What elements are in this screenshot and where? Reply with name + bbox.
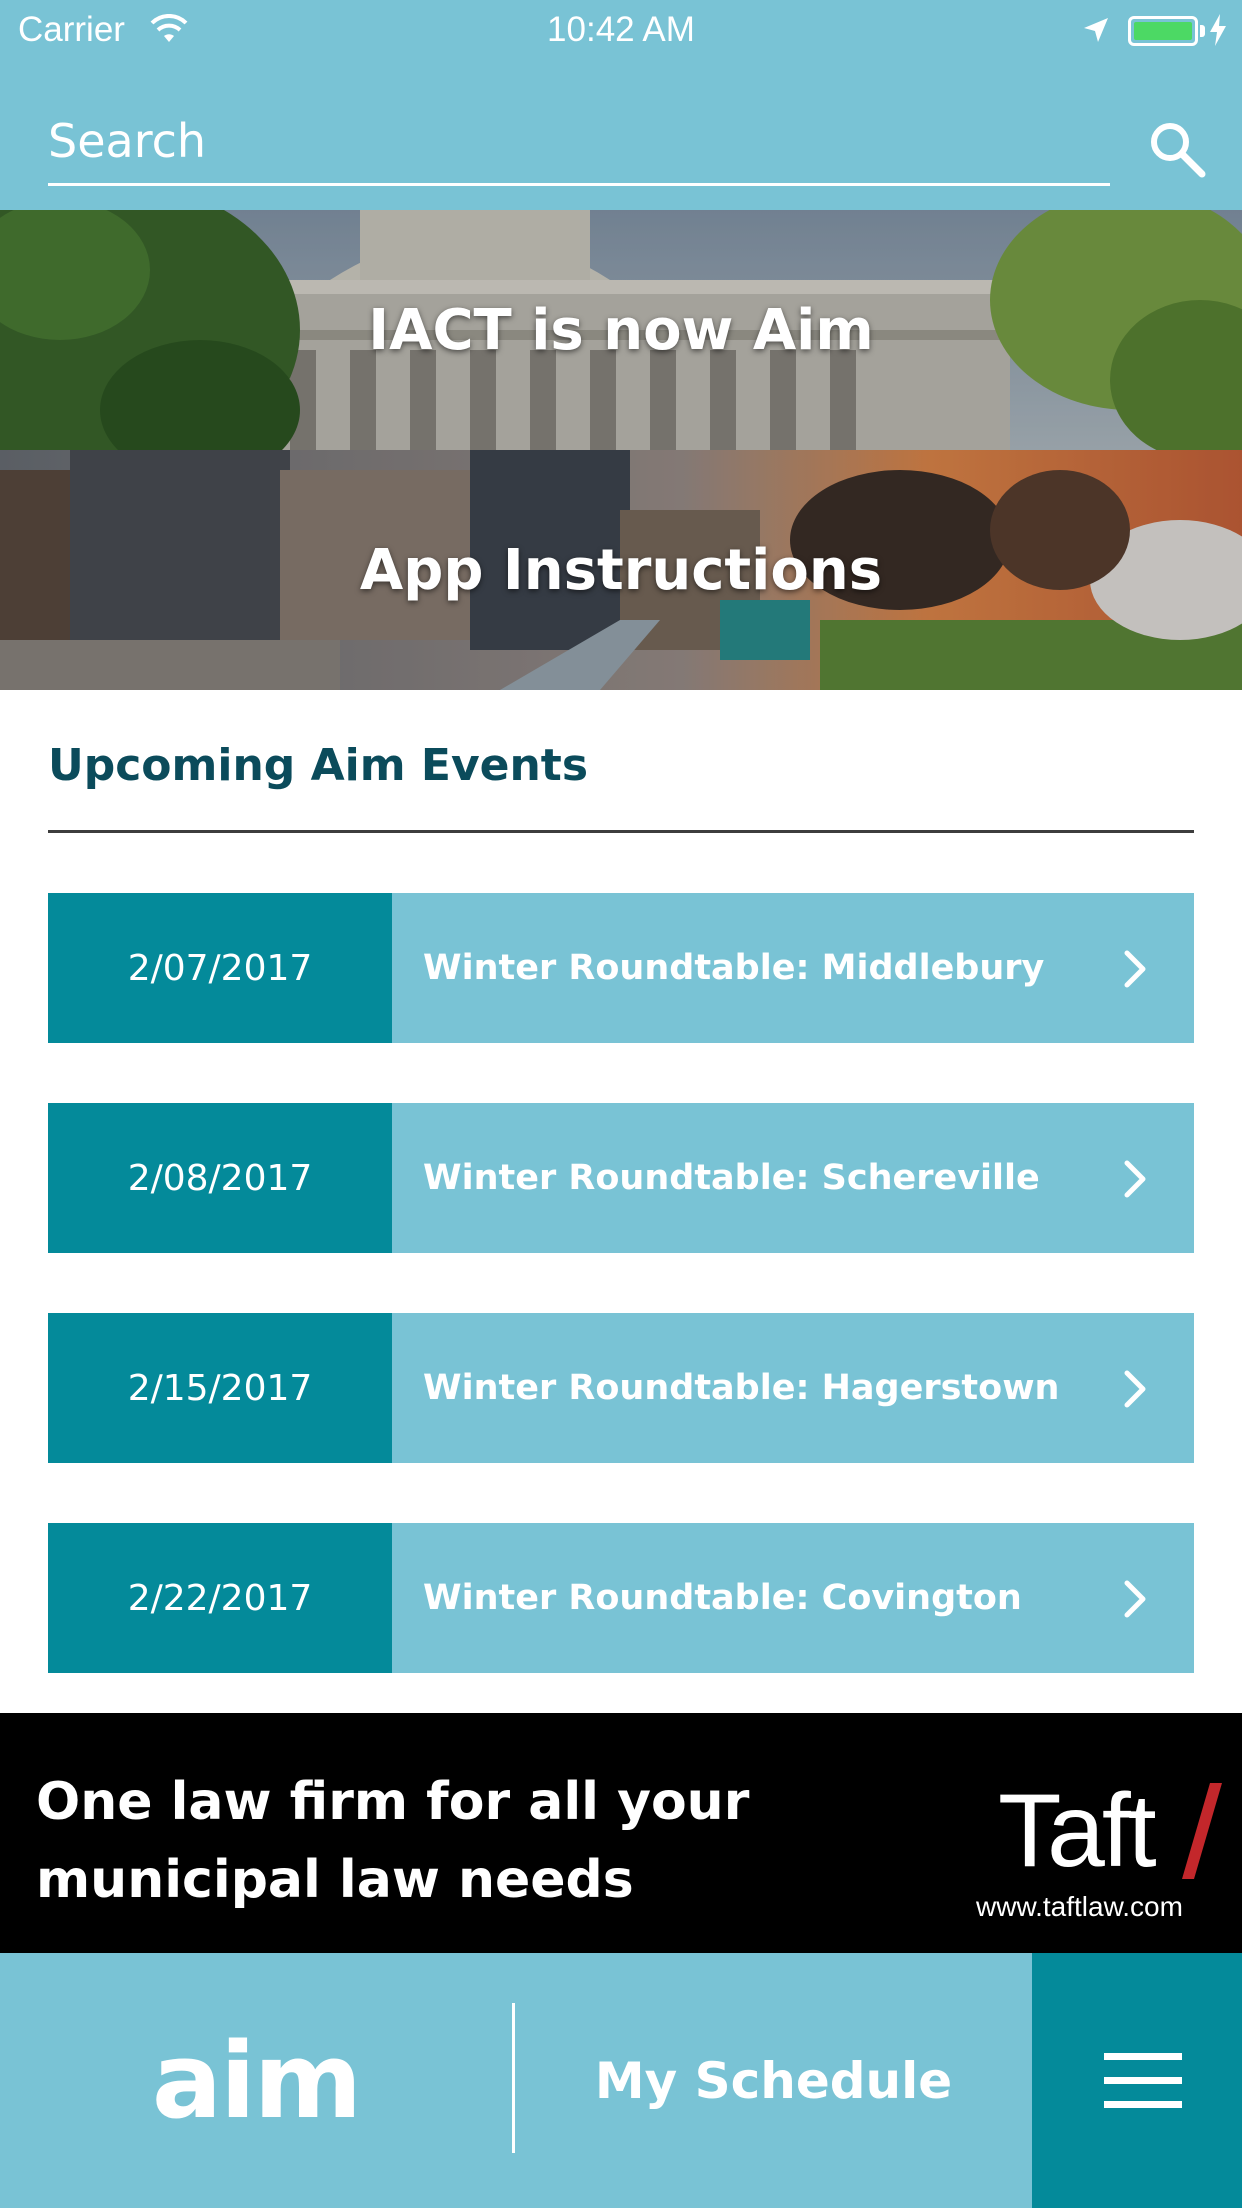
ad-line-2: municipal law needs: [36, 1850, 634, 1910]
event-row-covington[interactable]: 2/22/2017 Winter Roundtable: Covington: [48, 1523, 1194, 1673]
aim-logo[interactable]: aim: [0, 1953, 512, 2208]
event-date: 2/08/2017: [48, 1103, 392, 1253]
event-title: Winter Roundtable: Middlebury: [423, 948, 1045, 988]
banner-title: IACT is now Aim: [368, 297, 874, 363]
banner-title: App Instructions: [359, 537, 883, 603]
event-date: 2/22/2017: [48, 1523, 392, 1673]
event-date: 2/15/2017: [48, 1313, 392, 1463]
event-title: Winter Roundtable: Covington: [423, 1578, 1022, 1618]
divider: [48, 830, 1194, 833]
event-body: Winter Roundtable: Middlebury: [392, 893, 1194, 1043]
chevron-right-icon: [1124, 1160, 1146, 1198]
chevron-right-icon: [1124, 950, 1146, 988]
event-row-middlebury[interactable]: 2/07/2017 Winter Roundtable: Middlebury: [48, 893, 1194, 1043]
location-arrow-icon: [1084, 18, 1108, 42]
event-date: 2/07/2017: [48, 893, 392, 1043]
search-icon[interactable]: [1146, 118, 1208, 180]
charging-bolt-icon: [1210, 14, 1226, 46]
chevron-right-icon: [1124, 1580, 1146, 1618]
ad-url: www.taftlaw.com: [976, 1891, 1183, 1922]
event-body: Winter Roundtable: Hagerstown: [392, 1313, 1194, 1463]
taft-logo: Taft: [998, 1773, 1157, 1889]
search-input[interactable]: [48, 98, 1110, 186]
menu-button[interactable]: [1032, 1953, 1242, 2208]
banner-iact-now-aim[interactable]: IACT is now Aim: [0, 210, 1242, 450]
ad-banner-taft[interactable]: One law firm for all your municipal law …: [0, 1713, 1242, 1953]
event-title: Winter Roundtable: Schereville: [423, 1158, 1040, 1198]
battery-icon: [1128, 16, 1198, 46]
battery-cap: [1200, 25, 1205, 37]
ad-line-1: One law firm for all your: [36, 1772, 750, 1832]
chevron-right-icon: [1124, 1370, 1146, 1408]
event-title: Winter Roundtable: Hagerstown: [423, 1368, 1060, 1408]
my-schedule-button[interactable]: My Schedule: [515, 1953, 1032, 2208]
event-body: Winter Roundtable: Covington: [392, 1523, 1194, 1673]
status-bar: Carrier 10:42 AM: [0, 0, 1242, 62]
banner-app-instructions[interactable]: App Instructions: [0, 450, 1242, 690]
header: Carrier 10:42 AM: [0, 0, 1242, 210]
hamburger-menu-icon: [1104, 2053, 1182, 2108]
taft-logo-slash: [1182, 1783, 1222, 1879]
ad-text: One law firm for all your municipal law …: [36, 1763, 749, 1919]
event-row-schereville[interactable]: 2/08/2017 Winter Roundtable: Schereville: [48, 1103, 1194, 1253]
clock: 10:42 AM: [547, 10, 695, 49]
bottom-bar: aim My Schedule: [0, 1953, 1242, 2208]
event-body: Winter Roundtable: Schereville: [392, 1103, 1194, 1253]
section-title: Upcoming Aim Events: [48, 740, 589, 791]
event-row-hagerstown[interactable]: 2/15/2017 Winter Roundtable: Hagerstown: [48, 1313, 1194, 1463]
